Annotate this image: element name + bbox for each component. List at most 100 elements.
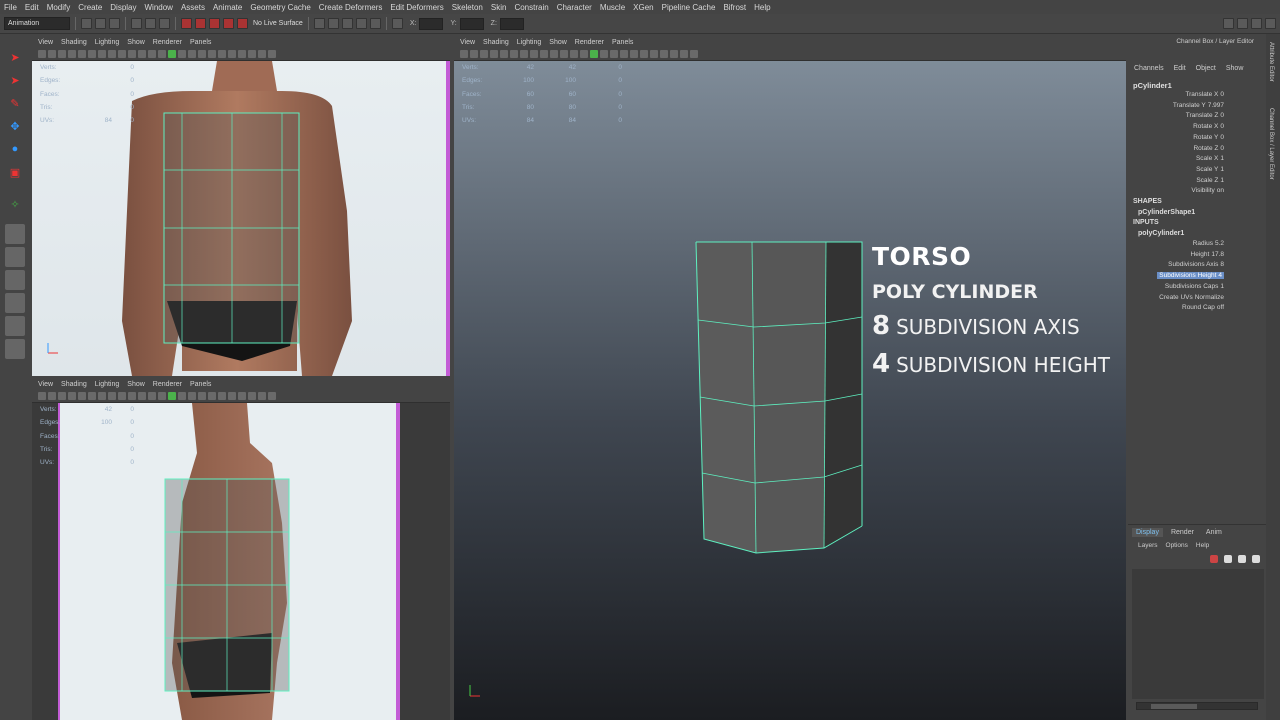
gate-mask-icon[interactable]	[108, 392, 116, 400]
safe-title-icon[interactable]	[560, 50, 568, 58]
field-chart-icon[interactable]	[118, 392, 126, 400]
attr-translate-x[interactable]: Translate X0	[1185, 91, 1224, 98]
wireframe-on-shaded-icon[interactable]	[590, 50, 598, 58]
menu-animate[interactable]: Animate	[209, 3, 246, 12]
snap-point-icon[interactable]	[209, 18, 220, 29]
gate-mask-icon[interactable]	[108, 50, 116, 58]
lights-icon[interactable]	[188, 50, 196, 58]
wireframe-on-shaded-icon[interactable]	[168, 50, 176, 58]
scale-tool-icon[interactable]: ▣	[5, 162, 25, 182]
xray-joints-icon[interactable]	[258, 50, 266, 58]
panel-menu-view[interactable]: View	[460, 39, 475, 46]
attr-value[interactable]: 1	[1220, 166, 1224, 173]
input-attr-subdivisions-axis[interactable]: Subdivisions Axis 8	[1168, 261, 1224, 268]
x-field[interactable]	[419, 17, 444, 30]
layout-four-icon[interactable]	[5, 247, 25, 267]
lasso-tool-icon[interactable]: ➤	[5, 70, 25, 90]
history-icon[interactable]	[327, 18, 339, 29]
snap-grid-icon[interactable]	[181, 18, 192, 29]
smooth-shade-icon[interactable]	[158, 50, 166, 58]
xray-icon[interactable]	[248, 392, 256, 400]
panel-menu-lighting[interactable]: Lighting	[517, 39, 542, 46]
menu-xgen[interactable]: XGen	[629, 3, 657, 12]
bookmark-icon[interactable]	[58, 392, 66, 400]
input-attr-radius[interactable]: Radius 5.2	[1193, 240, 1224, 247]
isolate-icon[interactable]	[238, 50, 246, 58]
textured-icon[interactable]	[600, 50, 608, 58]
dof-icon[interactable]	[228, 50, 236, 58]
film-gate-icon[interactable]	[88, 392, 96, 400]
menu-muscle[interactable]: Muscle	[596, 3, 629, 12]
aa-icon[interactable]	[218, 50, 226, 58]
safe-title-icon[interactable]	[138, 392, 146, 400]
attr-value[interactable]: 0	[1220, 134, 1224, 141]
aa-icon[interactable]	[640, 50, 648, 58]
input-attr-create-uvs[interactable]: Create UVs Normalize	[1159, 294, 1224, 301]
film-gate-icon[interactable]	[510, 50, 518, 58]
camera-attr-icon[interactable]	[48, 392, 56, 400]
perspective-viewport[interactable]: Verts: 42 42 0 Edges: 100 100 0 Faces: 60 60 0 Tr…	[454, 61, 1126, 720]
shadows-icon[interactable]	[198, 392, 206, 400]
panel-menu-shading[interactable]: Shading	[61, 39, 87, 46]
film-gate-icon[interactable]	[88, 50, 96, 58]
rotate-tool-icon[interactable]: ●	[5, 139, 25, 159]
layer-options-icon[interactable]	[1238, 555, 1246, 563]
ao-icon[interactable]	[208, 392, 216, 400]
layer-menu-help[interactable]: Help	[1196, 542, 1209, 549]
menu-edit[interactable]: Edit	[21, 3, 43, 12]
ao-icon[interactable]	[630, 50, 638, 58]
selected-node-name[interactable]: pCylinder1	[1133, 81, 1172, 90]
manipulator-icon[interactable]: ✧	[5, 194, 25, 214]
attr-value[interactable]: 0	[1220, 91, 1224, 98]
attr-rotate-x[interactable]: Rotate X0	[1193, 123, 1224, 130]
scrollbar-thumb[interactable]	[1151, 704, 1197, 709]
wireframe-icon[interactable]	[148, 50, 156, 58]
xray-components-icon[interactable]	[268, 392, 276, 400]
field-chart-icon[interactable]	[118, 50, 126, 58]
attr-value[interactable]: 7.997	[1208, 102, 1224, 109]
cb-menu-edit[interactable]: Edit	[1174, 65, 1186, 72]
field-chart-icon[interactable]	[540, 50, 548, 58]
input-attr-round-cap[interactable]: Round Cap off	[1182, 304, 1224, 311]
bookmark-icon[interactable]	[480, 50, 488, 58]
menu-file[interactable]: File	[0, 3, 21, 12]
panel-menu-shading[interactable]: Shading	[483, 39, 509, 46]
grid-icon[interactable]	[78, 50, 86, 58]
save-scene-icon[interactable]	[109, 18, 120, 29]
new-layer-selected-icon[interactable]	[1224, 555, 1232, 563]
camera-icon[interactable]	[460, 50, 468, 58]
panel-menu-show[interactable]: Show	[127, 39, 145, 46]
gate-mask-icon[interactable]	[530, 50, 538, 58]
cb-menu-channels[interactable]: Channels	[1134, 65, 1164, 72]
menu-constrain[interactable]: Constrain	[510, 3, 552, 12]
image-plane-icon[interactable]	[490, 50, 498, 58]
select-object-icon[interactable]	[145, 18, 156, 29]
shadows-icon[interactable]	[620, 50, 628, 58]
camera-icon[interactable]	[38, 50, 46, 58]
menu-skeleton[interactable]: Skeleton	[448, 3, 487, 12]
toggle-channel-box-icon[interactable]	[1265, 18, 1276, 29]
camera-attr-icon[interactable]	[470, 50, 478, 58]
panel-menu-show[interactable]: Show	[127, 381, 145, 388]
select-component-icon[interactable]	[159, 18, 170, 29]
attr-value[interactable]: 1	[1220, 283, 1224, 290]
layer-tab-anim[interactable]: Anim	[1202, 528, 1226, 537]
smooth-shade-icon[interactable]	[580, 50, 588, 58]
layer-tab-render[interactable]: Render	[1167, 528, 1198, 537]
layer-list[interactable]	[1132, 569, 1264, 699]
panel-menu-panels[interactable]: Panels	[612, 39, 633, 46]
attr-visibility[interactable]: Visibility on	[1191, 187, 1224, 194]
attr-value[interactable]: 0	[1220, 112, 1224, 119]
open-scene-icon[interactable]	[95, 18, 106, 29]
layer-scrollbar[interactable]	[1136, 702, 1258, 710]
layout-two-icon[interactable]	[5, 270, 25, 290]
menu-pipeline-cache[interactable]: Pipeline Cache	[658, 3, 720, 12]
wireframe-icon[interactable]	[148, 392, 156, 400]
textured-icon[interactable]	[178, 392, 186, 400]
layer-tab-display[interactable]: Display	[1132, 528, 1163, 537]
input-node[interactable]: polyCylinder1	[1138, 230, 1184, 237]
dof-icon[interactable]	[228, 392, 236, 400]
menu-help[interactable]: Help	[750, 3, 774, 12]
safe-title-icon[interactable]	[138, 50, 146, 58]
menu-character[interactable]: Character	[553, 3, 596, 12]
